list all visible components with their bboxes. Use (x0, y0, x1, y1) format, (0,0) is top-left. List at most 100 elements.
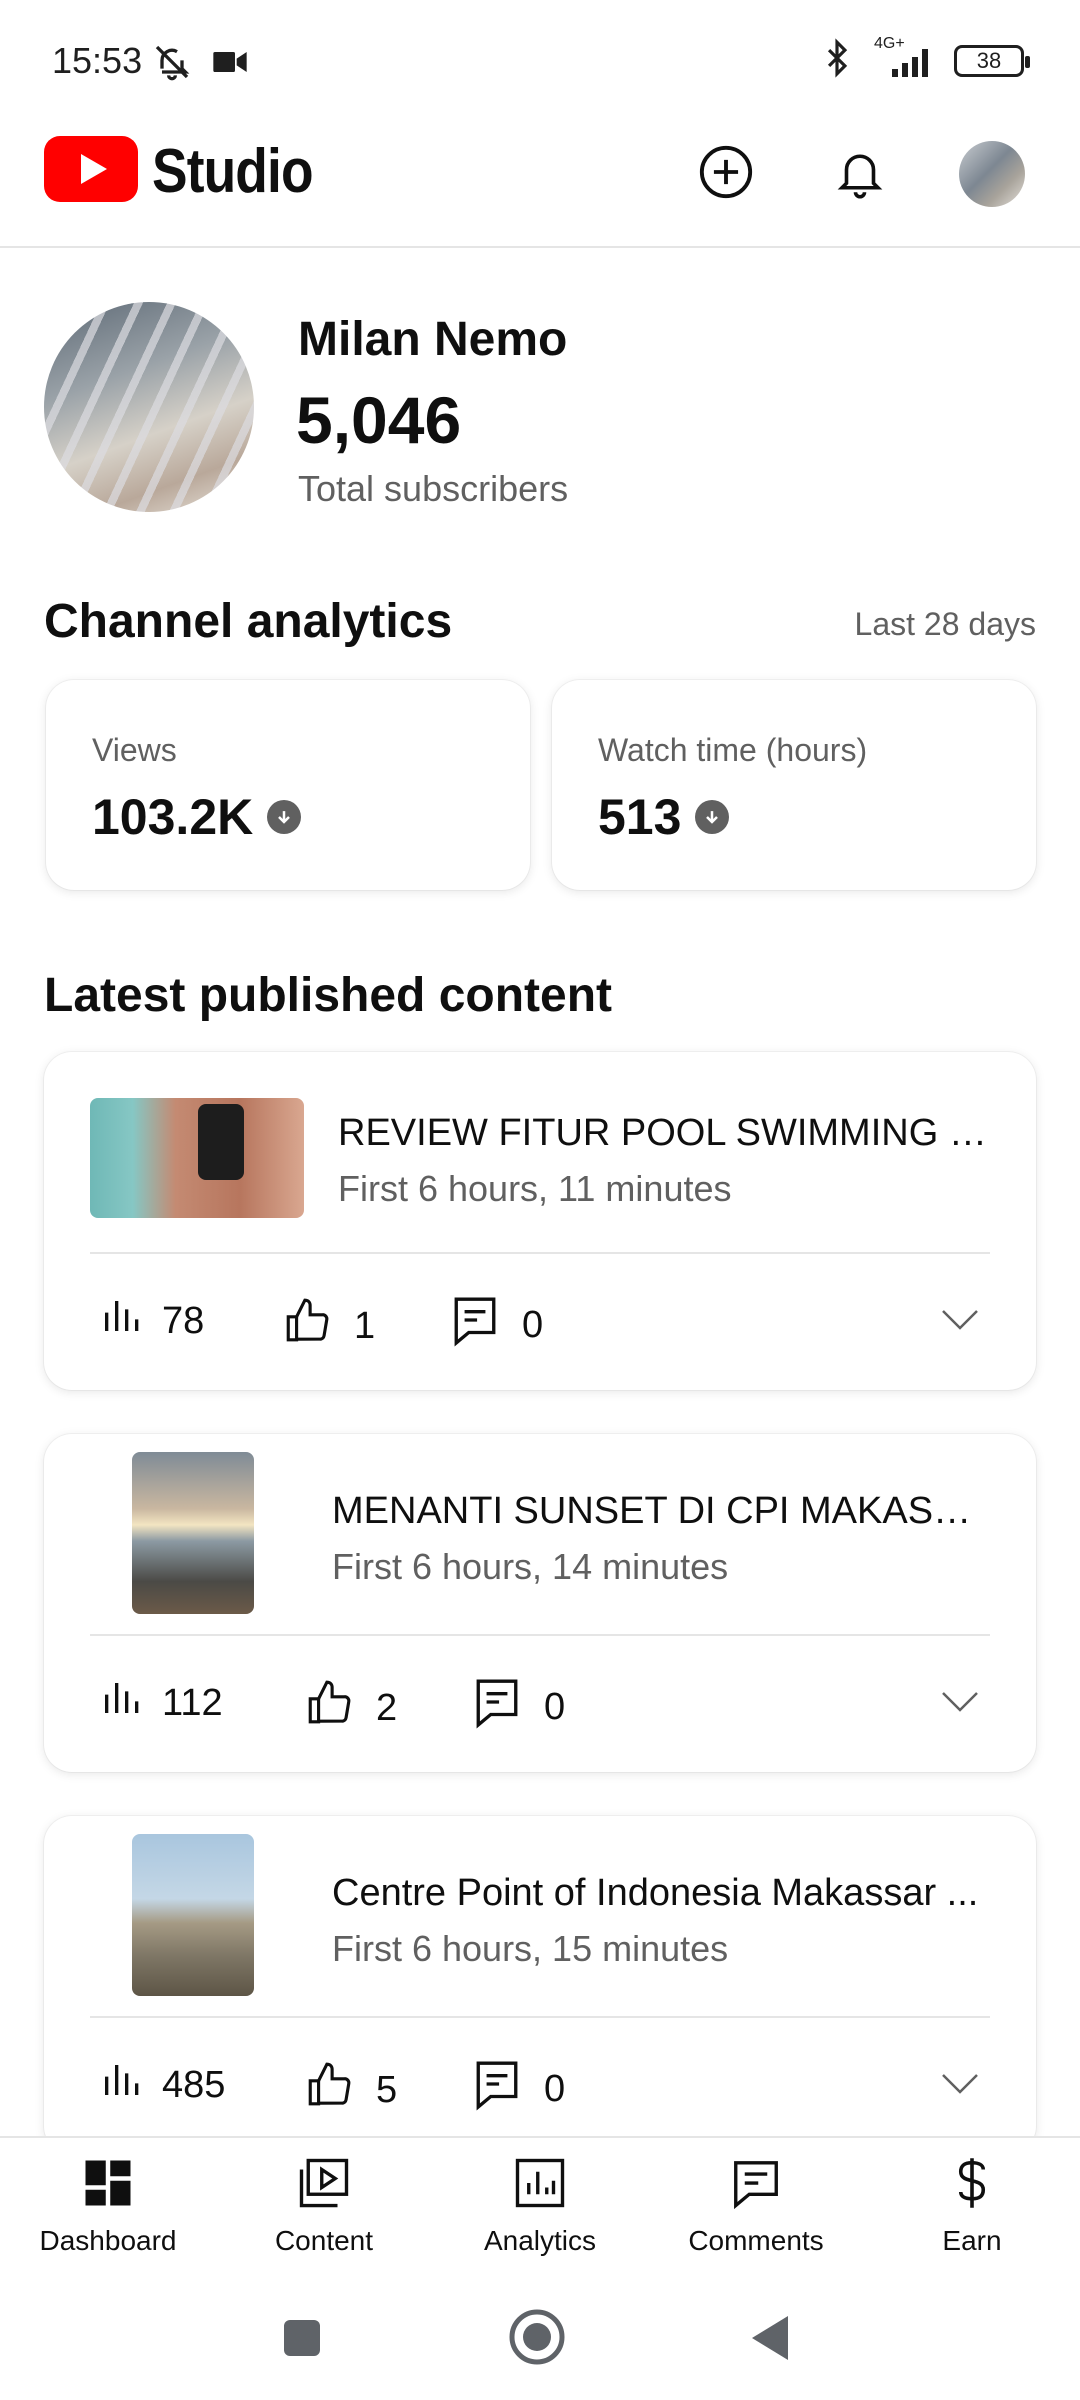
metric-value: 513 (598, 788, 730, 846)
divider (90, 1634, 990, 1636)
video-thumbnail[interactable] (132, 1834, 254, 1996)
views-count: 485 (162, 2063, 226, 2106)
views-count: 112 (162, 1681, 223, 1724)
watch-time-card[interactable]: Watch time (hours) 513 (552, 680, 1036, 890)
nav-item-dashboard[interactable]: Dashboard (8, 2156, 208, 2257)
nav-item-analytics[interactable]: Analytics (440, 2156, 640, 2257)
bar-chart-icon (100, 1678, 140, 1728)
battery-level: 38 (976, 47, 1002, 73)
back-button[interactable] (748, 2314, 790, 2367)
video-title: REVIEW FITUR POOL SWIMMING XI... (338, 1112, 988, 1154)
chevron-down-icon[interactable] (940, 1308, 980, 1337)
nav-label: Dashboard (39, 2225, 177, 2256)
metric-value: 103.2K (92, 788, 302, 846)
recents-button[interactable] (282, 2318, 322, 2363)
likes-stat: 1 (282, 1296, 375, 1356)
channel-name: Milan Nemo (298, 313, 568, 366)
avatar (959, 141, 1025, 207)
watch-shape (198, 1104, 244, 1180)
app-bar: Studio (0, 120, 1080, 248)
views-value: 103.2K (92, 789, 254, 845)
bell-muted-icon (152, 42, 192, 87)
analytics-range: Last 28 days (854, 606, 1036, 642)
views-stat: 112 (100, 1678, 223, 1728)
comments-stat: 0 (472, 2056, 565, 2122)
comments-count: 0 (544, 2067, 566, 2110)
divider (90, 1252, 990, 1254)
trend-down-icon (267, 800, 302, 834)
bar-chart-icon (100, 2060, 140, 2110)
video-time: First 6 hours, 14 minutes (332, 1546, 729, 1587)
nav-item-comments[interactable]: Comments (656, 2156, 856, 2257)
metric-label: Views (92, 732, 177, 768)
create-button[interactable] (686, 134, 766, 214)
status-bar: 15:53 4G+ 38 (0, 0, 1080, 120)
comments-count: 0 (544, 1685, 566, 1728)
nav-label: Analytics (483, 2225, 597, 2256)
video-card[interactable]: MENANTI SUNSET DI CPI MAKASSAR First 6 h… (44, 1434, 1036, 1772)
comments-icon (729, 2156, 783, 2215)
views-count: 78 (162, 1299, 205, 1342)
nav-item-earn[interactable]: Earn (872, 2156, 1072, 2257)
video-time: First 6 hours, 11 minutes (338, 1168, 732, 1209)
comments-stat: 0 (450, 1292, 543, 1358)
watch-time-value: 513 (598, 789, 682, 845)
divider (90, 2016, 990, 2018)
home-button[interactable] (508, 2308, 566, 2371)
dashboard-icon (81, 2156, 135, 2215)
video-thumbnail[interactable] (90, 1098, 304, 1218)
thumbs-up-icon (282, 1296, 332, 1356)
bluetooth-icon (818, 38, 856, 83)
views-stat: 78 (100, 1296, 204, 1346)
video-card[interactable]: Centre Point of Indonesia Makassar ... F… (44, 1816, 1036, 2154)
bar-chart-icon (100, 1296, 140, 1346)
account-button[interactable] (952, 134, 1032, 214)
video-title: MENANTI SUNSET DI CPI MAKASSAR (332, 1490, 992, 1532)
thumbs-up-icon (304, 1678, 354, 1738)
chevron-down-icon[interactable] (940, 2072, 980, 2101)
likes-count: 1 (354, 1304, 376, 1347)
comments-stat: 0 (472, 1674, 565, 1740)
metric-label: Watch time (hours) (598, 732, 868, 768)
thumbs-up-icon (304, 2060, 354, 2120)
earn-icon (945, 2156, 999, 2215)
video-thumbnail[interactable] (132, 1452, 254, 1614)
nav-label: Comments (688, 2225, 824, 2256)
views-card[interactable]: Views 103.2K (46, 680, 530, 890)
bottom-navigation: Dashboard Content Analytics Comments Ear… (0, 2136, 1080, 2276)
video-camera-icon (210, 42, 250, 87)
content-icon (297, 2156, 351, 2215)
analytics-title: Channel analytics (44, 595, 453, 648)
comments-count: 0 (522, 1303, 544, 1346)
subscriber-label: Total subscribers (298, 468, 569, 509)
bell-icon (833, 143, 887, 206)
youtube-studio-logo[interactable]: Studio (44, 136, 339, 207)
video-card[interactable]: REVIEW FITUR POOL SWIMMING XI... First 6… (44, 1052, 1036, 1390)
signal-icon: 4G+ (870, 35, 940, 81)
app-title: Studio (152, 137, 314, 206)
nav-label: Content (274, 2225, 374, 2256)
likes-stat: 2 (304, 1678, 397, 1738)
video-time: First 6 hours, 15 minutes (332, 1928, 729, 1969)
likes-count: 5 (376, 2068, 398, 2111)
subscriber-count: 5,046 (296, 383, 462, 457)
channel-profile: Milan Nemo 5,046 Total subscribers (44, 302, 1044, 512)
comment-icon (472, 2056, 522, 2122)
likes-stat: 5 (304, 2060, 397, 2120)
nav-item-content[interactable]: Content (224, 2156, 424, 2257)
system-navigation (0, 2276, 1080, 2400)
comment-icon (472, 1674, 522, 1740)
trend-down-icon (695, 800, 730, 834)
channel-avatar[interactable] (44, 302, 254, 512)
status-time: 15:53 (52, 40, 143, 81)
views-stat: 485 (100, 2060, 225, 2110)
video-title: Centre Point of Indonesia Makassar ... (332, 1872, 979, 1914)
battery-icon: 38 (954, 44, 1030, 77)
add-circle-icon (697, 143, 755, 206)
chevron-down-icon[interactable] (940, 1690, 980, 1719)
latest-content-title: Latest published content (44, 969, 613, 1022)
youtube-logo-icon (44, 136, 138, 207)
notifications-button[interactable] (820, 134, 900, 214)
nav-label: Earn (942, 2225, 1002, 2256)
comment-icon (450, 1292, 500, 1358)
